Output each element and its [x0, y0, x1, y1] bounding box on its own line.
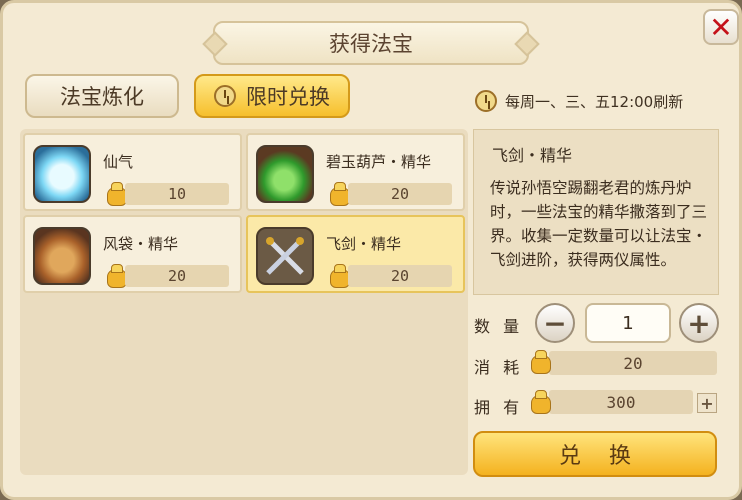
- tab-refine-label: 法宝炼化: [60, 85, 144, 109]
- gold-bag-icon: [105, 181, 127, 206]
- gold-bag-icon: [328, 181, 350, 206]
- refresh-text: 每周一、三、五12:00刷新: [505, 92, 684, 111]
- dialog-title: 获得法宝: [213, 21, 529, 65]
- exchange-button[interactable]: 兑换: [473, 431, 717, 477]
- item-name: 碧玉葫芦・精华: [326, 153, 432, 171]
- gold-bag-icon: [529, 389, 551, 414]
- close-button[interactable]: ✕: [703, 9, 739, 45]
- item-name: 飞剑・精华: [326, 235, 402, 253]
- item-cost: 10: [125, 183, 229, 205]
- item-cost: 20: [348, 183, 452, 205]
- item-name: 风袋・精华: [103, 235, 179, 253]
- flying-sword-icon: [256, 227, 314, 285]
- clock-icon: [475, 90, 497, 112]
- refresh-info: 每周一、三、五12:00刷新: [475, 90, 683, 112]
- item-cost: 20: [125, 265, 229, 287]
- crossed-swords-icon: [266, 237, 304, 275]
- owned-value: 300: [549, 390, 693, 414]
- detail-description: 传说孙悟空踢翻老君的炼丹炉时，一些法宝的精华撒落到了三界。收集一定数量可以让法宝…: [490, 179, 708, 269]
- cloud-spirit-icon: [33, 145, 91, 203]
- exchange-dialog: 获得法宝 ✕ 法宝炼化 限时兑换 每周一、三、五12:00刷新 仙气 10 碧玉…: [0, 0, 742, 500]
- gold-bag-icon: [529, 349, 551, 374]
- item-detail-panel: 飞剑・精华 传说孙悟空踢翻老君的炼丹炉时，一些法宝的精华撒落到了三界。收集一定数…: [473, 129, 719, 295]
- item-name: 仙气: [103, 153, 134, 171]
- quantity-label: 数 量: [474, 317, 524, 336]
- tab-limited-exchange-label: 限时兑换: [246, 85, 330, 109]
- item-slot[interactable]: 碧玉葫芦・精华 20: [246, 133, 465, 211]
- consume-label: 消 耗: [474, 358, 524, 377]
- consume-value: 20: [549, 351, 717, 375]
- item-cost: 20: [348, 265, 452, 287]
- wind-bag-icon: [33, 227, 91, 285]
- item-slot[interactable]: 风袋・精华 20: [23, 215, 242, 293]
- item-grid: 仙气 10 碧玉葫芦・精华 20 风袋・精华 20 飞剑・精华 20: [20, 129, 468, 475]
- clock-icon: [214, 85, 236, 107]
- jade-gourd-icon: [256, 145, 314, 203]
- tab-limited-exchange[interactable]: 限时兑换: [194, 74, 350, 118]
- gold-bag-icon: [105, 263, 127, 288]
- item-slot[interactable]: 仙气 10: [23, 133, 242, 211]
- plus-button[interactable]: +: [679, 303, 719, 343]
- detail-title: 飞剑・精华: [492, 146, 573, 165]
- gold-bag-icon: [328, 263, 350, 288]
- owned-label: 拥 有: [474, 398, 524, 417]
- add-currency-button[interactable]: +: [697, 393, 717, 413]
- minus-button[interactable]: −: [535, 303, 575, 343]
- tab-refine[interactable]: 法宝炼化: [25, 74, 179, 118]
- quantity-input[interactable]: 1: [585, 303, 671, 343]
- item-slot-selected[interactable]: 飞剑・精华 20: [246, 215, 465, 293]
